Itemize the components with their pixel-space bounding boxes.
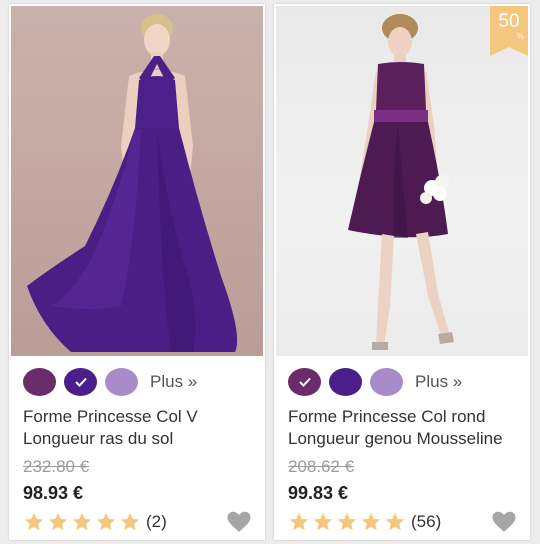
- star-icon: [289, 512, 309, 531]
- product-photo[interactable]: [276, 6, 528, 356]
- rating: (56): [288, 511, 441, 533]
- purple-long-chiffon-dress-photo: [27, 14, 238, 352]
- review-count[interactable]: (2): [146, 512, 167, 532]
- product-card[interactable]: Plus » Forme Princesse Col V Longueur ra…: [9, 4, 265, 540]
- heart-icon[interactable]: [227, 511, 251, 533]
- star-icon: [313, 512, 333, 531]
- product-grid: Plus » Forme Princesse Col V Longueur ra…: [0, 0, 540, 544]
- discount-value: 50: [498, 11, 520, 32]
- color-swatch-lavender[interactable]: [370, 368, 403, 396]
- product-photo[interactable]: [11, 6, 263, 356]
- product-title[interactable]: Forme Princesse Col rond Longueur genou …: [288, 406, 528, 450]
- color-swatch-plum[interactable]: [288, 368, 321, 396]
- purple-knee-length-dress-photo: [348, 14, 454, 350]
- star-icon: [48, 512, 68, 531]
- sale-price: 98.93 €: [23, 483, 84, 503]
- color-swatches: Plus »: [288, 366, 462, 398]
- product-card[interactable]: 50 % Plus » Forme Princesse Col rond Lon…: [274, 4, 530, 540]
- rating: (2): [23, 511, 167, 533]
- check-icon: [64, 368, 97, 396]
- check-icon: [288, 368, 321, 396]
- color-swatch-lavender[interactable]: [105, 368, 138, 396]
- color-swatch-indigo[interactable]: [64, 368, 97, 396]
- star-icon: [385, 512, 405, 531]
- star-icon: [24, 512, 44, 531]
- star-icon: [337, 512, 357, 531]
- star-icon: [96, 512, 116, 531]
- original-price: 232.80 €: [23, 457, 90, 476]
- color-swatch-indigo[interactable]: [329, 368, 362, 396]
- review-count[interactable]: (56): [411, 512, 441, 532]
- color-swatch-plum[interactable]: [23, 368, 56, 396]
- heart-icon[interactable]: [492, 511, 516, 533]
- discount-percent-sign: %: [516, 32, 524, 41]
- original-price: 208.62 €: [288, 457, 355, 476]
- star-icon: [72, 512, 92, 531]
- star-icon: [361, 512, 381, 531]
- star-icon: [120, 512, 140, 531]
- more-colors-link[interactable]: Plus »: [415, 372, 462, 392]
- product-title[interactable]: Forme Princesse Col V Longueur ras du so…: [23, 406, 263, 450]
- more-colors-link[interactable]: Plus »: [150, 372, 197, 392]
- sale-price: 99.83 €: [288, 483, 349, 503]
- color-swatches: Plus »: [23, 366, 197, 398]
